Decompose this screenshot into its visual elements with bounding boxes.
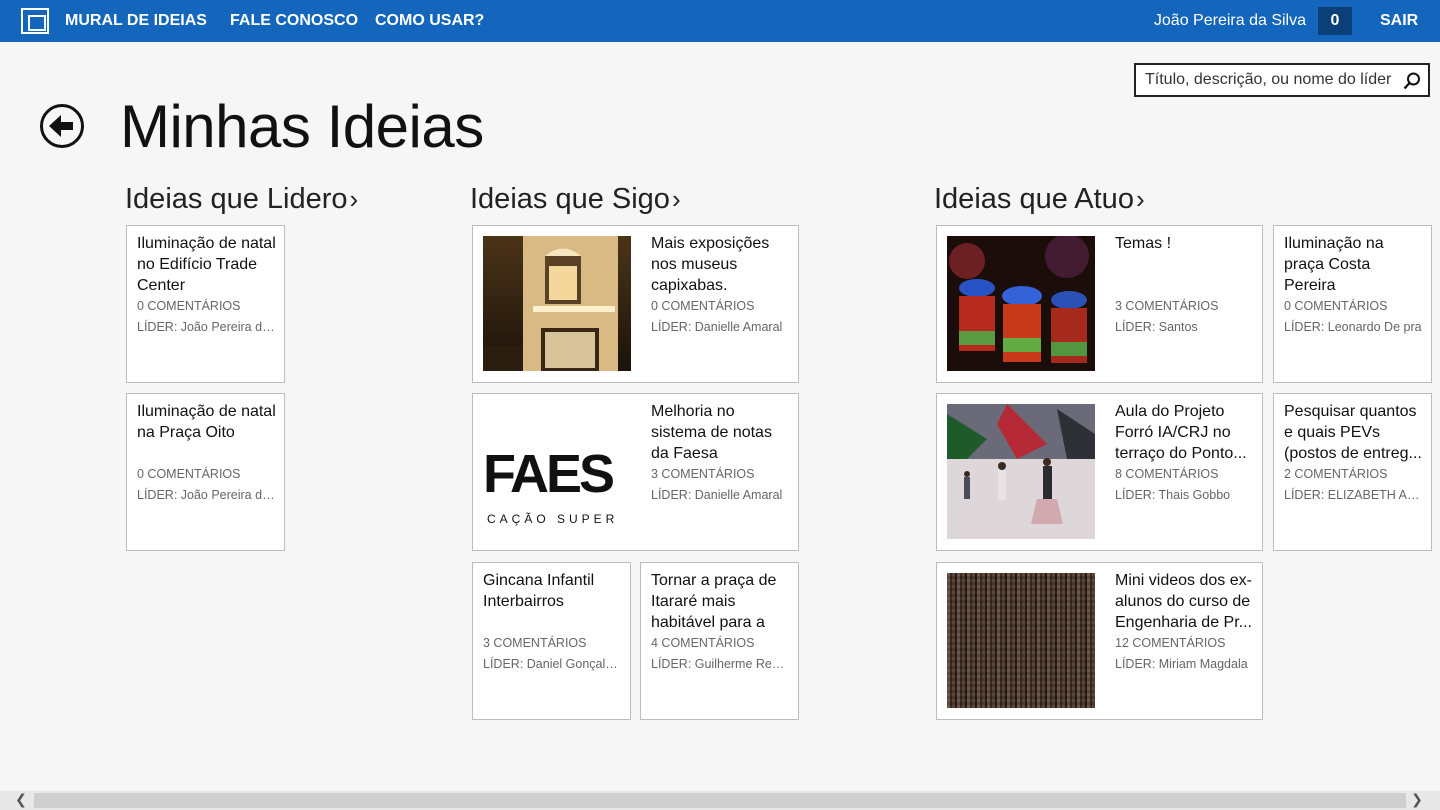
idea-tile[interactable]: FAES CAÇÃO SUPER Melhoria no sistema de …: [472, 393, 799, 551]
group-title-label: Ideias que Sigo: [470, 183, 670, 215]
logout-button[interactable]: SAIR: [1380, 0, 1418, 42]
scroll-right-icon[interactable]: ❯: [1406, 791, 1428, 810]
idea-title: Gincana Infantil Interbairros: [483, 572, 595, 610]
idea-leader: LÍDER: ELIZABETH ALVES: [1284, 488, 1423, 502]
group-title-lidero[interactable]: Ideias que Lidero›: [125, 183, 358, 216]
app-logo-icon[interactable]: [21, 8, 49, 34]
idea-title: Mini videos dos ex-alunos do curso de En…: [1115, 572, 1252, 631]
search-box: [1134, 63, 1430, 97]
idea-comments: 3 COMENTÁRIOS: [1115, 299, 1219, 313]
scrollbar-thumb[interactable]: [34, 793, 1406, 808]
idea-title: Iluminação de natal na Praça Oito: [137, 403, 276, 441]
idea-comments: 3 COMENTÁRIOS: [483, 636, 587, 650]
idea-leader: LÍDER: Thais Gobbo: [1115, 488, 1231, 502]
idea-tile[interactable]: Iluminação de natal no Edifício Trade Ce…: [126, 225, 285, 383]
idea-tile[interactable]: Pesquisar quantos e quais PEVs (postos d…: [1273, 393, 1432, 551]
scroll-left-icon[interactable]: ❮: [10, 791, 32, 810]
nav-fale-conosco[interactable]: FALE CONOSCO: [230, 0, 358, 42]
idea-tile[interactable]: Temas ! 3 COMENTÁRIOS LÍDER: Santos: [936, 225, 1263, 383]
idea-title: Iluminação de natal no Edifício Trade Ce…: [137, 235, 276, 294]
idea-tile[interactable]: Iluminação de natal na Praça Oito 0 COME…: [126, 393, 285, 551]
idea-image-flaming-shots: [947, 236, 1095, 371]
nav-como-usar[interactable]: COMO USAR?: [375, 0, 484, 42]
page-title: Minhas Ideias: [120, 93, 484, 160]
idea-tile[interactable]: Iluminação na praça Costa Pereira 0 COME…: [1273, 225, 1432, 383]
idea-tile[interactable]: Mais exposições nos museus capixabas. 0 …: [472, 225, 799, 383]
idea-comments: 0 COMENTÁRIOS: [137, 467, 241, 481]
idea-image-faes-logo: FAES CAÇÃO SUPER: [483, 404, 631, 539]
idea-leader: LÍDER: João Pereira da Silva: [137, 488, 276, 502]
group-title-atuo[interactable]: Ideias que Atuo›: [934, 183, 1145, 216]
group-title-label: Ideias que Atuo: [934, 183, 1134, 215]
idea-leader: LÍDER: Daniel Gonçalves: [483, 657, 622, 671]
chevron-right-icon: ›: [1135, 184, 1145, 214]
idea-comments: 4 COMENTÁRIOS: [651, 636, 755, 650]
idea-leader: LÍDER: João Pereira da Silva: [137, 320, 276, 334]
idea-comments: 0 COMENTÁRIOS: [137, 299, 241, 313]
idea-title: Iluminação na praça Costa Pereira: [1284, 235, 1384, 294]
nav-mural-de-ideias[interactable]: MURAL DE IDEIAS: [65, 0, 207, 42]
idea-comments: 0 COMENTÁRIOS: [651, 299, 755, 313]
idea-title: Melhoria no sistema de notas da Faesa: [651, 403, 772, 462]
idea-leader: LÍDER: Miriam Magdala: [1115, 657, 1248, 671]
idea-image-dance-class: [947, 404, 1095, 539]
idea-tile[interactable]: Gincana Infantil Interbairros 3 COMENTÁR…: [472, 562, 631, 720]
idea-image-photo-mosaic: [947, 573, 1095, 708]
faes-logo-text: FAES: [483, 444, 615, 504]
idea-comments: 8 COMENTÁRIOS: [1115, 467, 1219, 481]
idea-leader: LÍDER: Guilherme Rebouças: [651, 657, 790, 671]
idea-leader: LÍDER: Leonardo De pra: [1284, 320, 1422, 334]
idea-title: Aula do Projeto Forró IA/CRJ no terraço …: [1115, 403, 1247, 462]
user-name[interactable]: João Pereira da Silva: [1154, 0, 1306, 42]
idea-comments: 2 COMENTÁRIOS: [1284, 467, 1388, 481]
group-title-label: Ideias que Lidero: [125, 183, 348, 215]
idea-image-museum: [483, 236, 631, 371]
faes-logo-subtext: CAÇÃO SUPER: [487, 512, 619, 526]
notification-count-badge[interactable]: 0: [1318, 7, 1352, 35]
idea-title: Mais exposições nos museus capixabas.: [651, 235, 770, 294]
idea-title: Tornar a praça de Itararé mais habitável…: [651, 572, 777, 631]
idea-tile[interactable]: Tornar a praça de Itararé mais habitável…: [640, 562, 799, 720]
idea-tile[interactable]: Mini videos dos ex-alunos do curso de En…: [936, 562, 1263, 720]
back-arrow-icon: [49, 115, 73, 137]
chevron-right-icon: ›: [349, 184, 359, 214]
idea-comments: 3 COMENTÁRIOS: [651, 467, 755, 481]
top-bar: MURAL DE IDEIAS FALE CONOSCO COMO USAR? …: [0, 0, 1440, 42]
horizontal-scrollbar[interactable]: ❮ ❯: [0, 791, 1440, 810]
idea-tile[interactable]: Aula do Projeto Forró IA/CRJ no terraço …: [936, 393, 1263, 551]
search-input[interactable]: [1136, 65, 1398, 95]
back-button[interactable]: [40, 104, 84, 148]
idea-comments: 0 COMENTÁRIOS: [1284, 299, 1388, 313]
group-title-sigo[interactable]: Ideias que Sigo›: [470, 183, 681, 216]
search-icon[interactable]: [1402, 71, 1422, 91]
idea-leader: LÍDER: Danielle Amaral: [651, 488, 783, 502]
idea-title: Temas !: [1115, 235, 1172, 252]
idea-comments: 12 COMENTÁRIOS: [1115, 636, 1226, 650]
idea-leader: LÍDER: Danielle Amaral: [651, 320, 783, 334]
idea-leader: LÍDER: Santos: [1115, 320, 1198, 334]
chevron-right-icon: ›: [671, 184, 681, 214]
idea-title: Pesquisar quantos e quais PEVs (postos d…: [1284, 403, 1422, 462]
